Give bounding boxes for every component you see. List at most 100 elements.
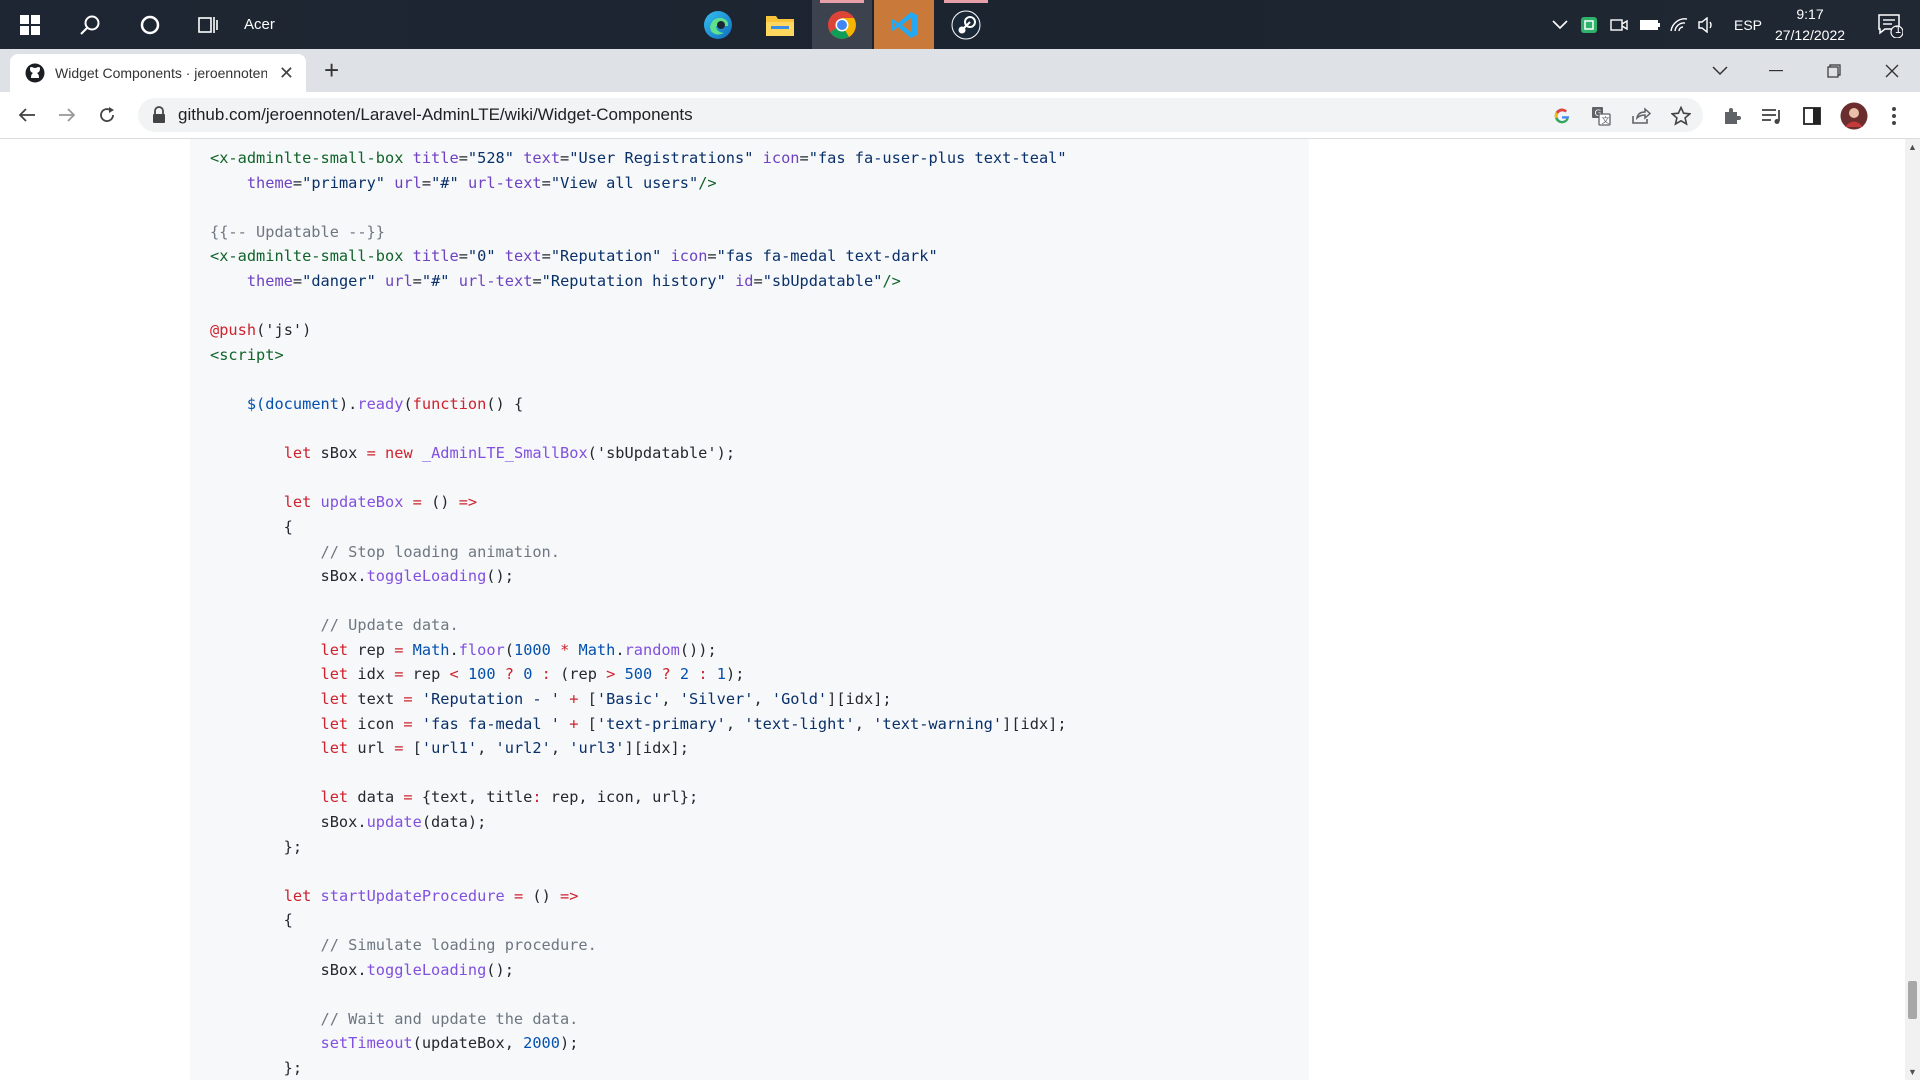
taskbar-search-button[interactable] [62, 0, 118, 49]
search-icon [80, 15, 100, 35]
windows-taskbar: Acer ESP 9:17 27/12/2022 1 [0, 0, 1920, 49]
page-scrollbar[interactable]: ▲ ▼ [1905, 139, 1920, 1080]
restore-button[interactable] [1806, 49, 1862, 92]
edge-app-button[interactable] [688, 0, 748, 49]
chrome-app-button[interactable] [812, 0, 872, 49]
taskbar-user-label[interactable]: Acer [244, 0, 284, 49]
code-token: = [421, 173, 432, 192]
google-lens-button[interactable] [1551, 105, 1573, 127]
code-token: setTimeout [320, 1034, 413, 1053]
start-button[interactable] [0, 0, 60, 49]
code-token: "User Registrations" [569, 149, 754, 167]
reading-list-button[interactable] [1760, 104, 1784, 128]
code-token: url [385, 271, 413, 290]
side-panel-button[interactable] [1800, 104, 1824, 128]
show-hidden-icons-button[interactable] [1546, 0, 1574, 49]
tab-search-button[interactable] [1692, 49, 1748, 92]
code-token: title [412, 247, 459, 266]
code-token: $( [246, 394, 266, 413]
address-bar[interactable]: github.com/jeroennoten/Laravel-AdminLTE/… [138, 98, 1703, 132]
code-token: url-text [458, 271, 533, 290]
file-explorer-app-button[interactable] [750, 0, 810, 49]
steam-app-button[interactable] [936, 0, 996, 49]
code-text[interactable]: <x-adminlte-small-box title="528" text="… [210, 146, 1067, 1080]
tray-meet-button[interactable] [1606, 0, 1632, 49]
scroll-down-arrow-icon[interactable]: ▼ [1905, 1064, 1920, 1080]
code-token: theme [246, 271, 293, 290]
scrollbar-thumb[interactable] [1908, 981, 1917, 1019]
code-token: let [320, 714, 349, 733]
code-token: ()); [679, 640, 717, 659]
code-token: }; [210, 1058, 303, 1077]
code-token: <script> [210, 345, 284, 364]
translate-button[interactable]: G文 [1590, 105, 1612, 127]
code-token: title [412, 149, 459, 167]
close-window-button[interactable] [1864, 49, 1920, 92]
chevron-up-icon [1552, 19, 1568, 29]
code-token: floor [458, 640, 505, 659]
code-token: , [753, 690, 772, 709]
reload-button[interactable] [92, 100, 122, 130]
code-line: let rep = Math.floor(1000 * Math.random(… [210, 638, 1067, 663]
code-token: 'Gold' [771, 690, 828, 709]
new-tab-button[interactable]: + [324, 55, 339, 86]
tray-wifi-button[interactable] [1666, 0, 1692, 49]
code-token: (rep [550, 665, 607, 684]
code-token: text [523, 149, 561, 167]
back-button[interactable] [12, 100, 42, 130]
code-token: ][idx]; [1002, 714, 1067, 733]
forward-button[interactable] [52, 100, 82, 130]
code-token: [ [578, 690, 597, 709]
code-token: = [541, 173, 551, 192]
code-token: 'Basic' [596, 690, 662, 709]
lock-icon[interactable] [152, 106, 166, 124]
minimize-button[interactable] [1748, 49, 1804, 92]
scroll-up-arrow-icon[interactable]: ▲ [1905, 139, 1920, 155]
code-line: <x-adminlte-small-box title="528" text="… [210, 146, 1067, 171]
notification-center-button[interactable]: 1 [1866, 0, 1914, 49]
profile-avatar-button[interactable] [1839, 101, 1869, 131]
code-token: 'text-primary' [596, 714, 726, 733]
share-button[interactable] [1630, 105, 1652, 127]
extensions-button[interactable] [1720, 104, 1744, 128]
code-token: "primary" [302, 173, 386, 192]
url-text[interactable]: github.com/jeroennoten/Laravel-AdminLTE/… [178, 105, 693, 125]
tray-volume-button[interactable] [1694, 0, 1720, 49]
vscode-app-button[interactable] [874, 0, 934, 49]
cortana-button[interactable] [122, 0, 178, 49]
code-token: <x-adminlte-small-box [210, 247, 404, 266]
code-token: < [449, 665, 459, 684]
code-line: }; [210, 835, 1067, 860]
task-view-icon [198, 16, 218, 33]
task-view-button[interactable] [180, 0, 236, 49]
code-token: 2 [679, 665, 690, 684]
chrome-menu-button[interactable] [1882, 104, 1906, 128]
code-token: = [513, 886, 524, 905]
browser-tab-active[interactable]: Widget Components · jeroennoten/Laravel-… [10, 54, 306, 92]
code-token: = [799, 149, 809, 167]
tray-battery-button[interactable] [1636, 0, 1664, 49]
code-token: 'url1' [421, 739, 478, 758]
bookmark-star-button[interactable] [1670, 105, 1692, 127]
close-tab-icon[interactable]: ✕ [279, 63, 294, 84]
avatar [1840, 102, 1868, 130]
code-token: , [477, 739, 496, 758]
steam-icon [951, 10, 981, 39]
code-token: : [532, 788, 542, 807]
code-token: * [560, 640, 570, 659]
code-line: theme="primary" url="#" url-text="View a… [210, 171, 1067, 196]
language-indicator[interactable]: ESP [1730, 0, 1766, 49]
tray-app-button[interactable] [1576, 0, 1602, 49]
code-token: = [412, 493, 422, 512]
taskbar-clock[interactable]: 9:17 27/12/2022 [1770, 4, 1850, 46]
